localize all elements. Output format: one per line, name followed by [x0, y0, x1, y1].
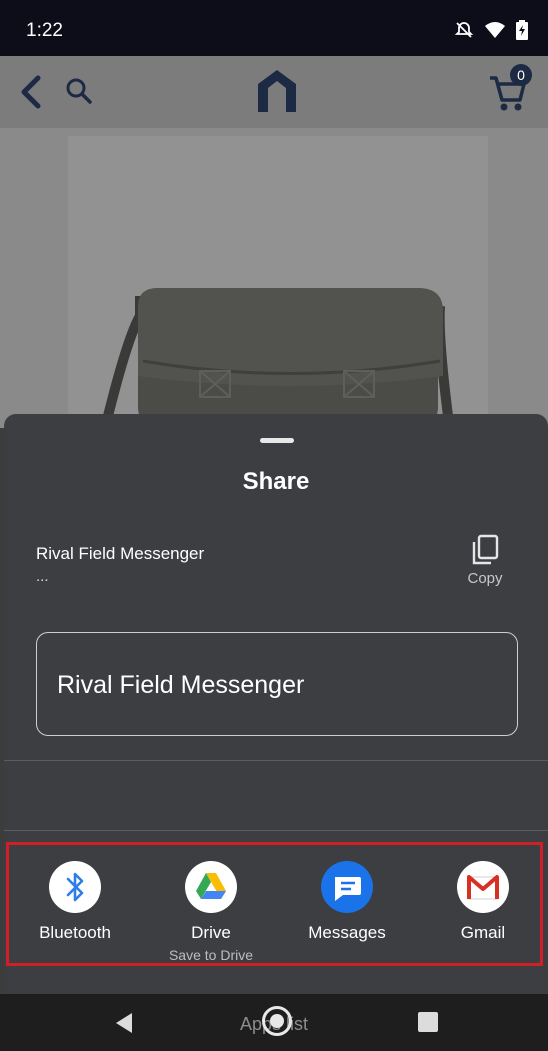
logo[interactable]: [256, 68, 298, 114]
share-target-label: Messages: [308, 923, 386, 942]
messenger-bag-image: [68, 136, 488, 428]
home-circle-icon[interactable]: [262, 1006, 292, 1036]
shared-text-box[interactable]: Rival Field Messenger: [36, 632, 518, 736]
logo-icon: [258, 70, 296, 112]
share-targets-row: Bluetooth Drive Save to Drive Messages G…: [6, 842, 543, 966]
share-target-sublabel: Save to Drive: [168, 947, 254, 963]
copy-icon: [472, 534, 499, 565]
divider: [4, 760, 548, 761]
back-button[interactable]: [14, 72, 50, 112]
drive-icon: [185, 861, 237, 913]
copy-label: Copy: [467, 570, 503, 587]
bluetooth-icon: [49, 861, 101, 913]
cart-button[interactable]: 0: [488, 64, 532, 114]
app-bar: 0: [0, 56, 548, 128]
system-nav-bar: Apps list: [0, 994, 548, 1051]
share-target-label: Drive: [191, 923, 231, 942]
share-target-messages[interactable]: Messages: [285, 861, 409, 943]
copy-button[interactable]: Copy: [458, 534, 512, 598]
back-icon: [21, 75, 41, 109]
status-icons: [454, 20, 528, 40]
search-icon: [66, 78, 92, 104]
back-triangle-icon[interactable]: [114, 1012, 134, 1034]
messages-icon: [321, 861, 373, 913]
status-bar: 1:22: [0, 0, 548, 56]
battery-charging-icon: [516, 20, 528, 40]
divider: [4, 830, 548, 831]
share-target-bluetooth[interactable]: Bluetooth: [13, 861, 137, 943]
share-target-drive[interactable]: Drive Save to Drive: [149, 861, 273, 963]
search-button[interactable]: [64, 76, 94, 106]
share-target-label: Gmail: [460, 923, 506, 942]
cart-count-badge: 0: [510, 64, 532, 86]
alarm-off-icon: [454, 22, 474, 38]
status-time: 1:22: [26, 20, 63, 41]
preview-title: Rival Field Messenger: [36, 544, 205, 563]
gmail-icon: [457, 861, 509, 913]
drag-handle[interactable]: [260, 438, 294, 443]
share-target-gmail[interactable]: Gmail: [421, 861, 545, 943]
recents-square-icon[interactable]: [418, 1012, 438, 1032]
preview-subtitle: ...: [36, 568, 49, 585]
wifi-icon: [485, 22, 505, 38]
share-title: Share: [242, 468, 310, 495]
product-image-area: [0, 128, 548, 428]
share-target-label: Bluetooth: [39, 923, 111, 942]
